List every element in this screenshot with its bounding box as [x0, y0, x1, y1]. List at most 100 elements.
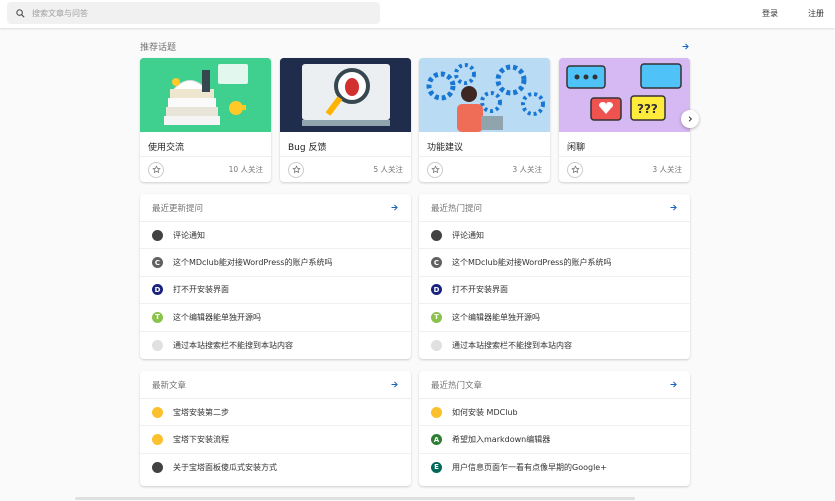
avatar: E	[431, 461, 442, 473]
list-item[interactable]: E 用户信息页面乍一看有点像早期的Google+	[419, 454, 690, 481]
list-item[interactable]: 通过本站搜索栏不能搜到本站内容	[419, 332, 690, 359]
list-item[interactable]: A 希望加入markdown编辑器	[419, 426, 690, 454]
topic-image-chat: ???	[559, 58, 690, 132]
question-title[interactable]: 这个MDclub能对接WordPress的账户系统吗	[452, 257, 611, 268]
article-title[interactable]: 如何安装 MDClub	[452, 407, 518, 418]
latest-articles-panel: 最新文章 宝塔安装第二步 宝塔下安装流程 关于宝塔面板傻瓜式安装方式	[140, 371, 411, 486]
avatar: T	[431, 311, 442, 323]
follow-count: 10 人关注	[228, 165, 263, 174]
register-link[interactable]: 注册	[808, 8, 824, 19]
list-item[interactable]: C 这个MDclub能对接WordPress的账户系统吗	[419, 249, 690, 277]
avatar: D	[152, 284, 163, 296]
list-item[interactable]: 通过本站搜索栏不能搜到本站内容	[140, 332, 411, 359]
article-title[interactable]: 希望加入markdown编辑器	[452, 434, 550, 445]
hot-questions-panel: 最近热门提问 评论通知 C 这个MDclub能对接WordPress的账户系统吗 …	[419, 194, 690, 359]
horizontal-scrollbar[interactable]	[75, 497, 635, 500]
search-input[interactable]	[32, 8, 352, 18]
avatar: C	[431, 257, 442, 269]
avatar	[152, 229, 163, 241]
panel-header: 最近热门提问	[419, 194, 690, 222]
question-title[interactable]: 通过本站搜索栏不能搜到本站内容	[452, 340, 572, 351]
panel-title: 最新文章	[152, 380, 187, 391]
topic-card-bug[interactable]: Bug 反馈 5 人关注	[280, 58, 411, 182]
panel-title: 最近热门提问	[431, 203, 483, 214]
follow-count: 3 人关注	[512, 165, 542, 174]
article-title[interactable]: 宝塔下安装流程	[173, 434, 229, 445]
star-icon	[151, 165, 161, 174]
follow-count: 5 人关注	[373, 165, 403, 174]
topic-name: 使用交流	[148, 143, 185, 153]
arrow-right-icon[interactable]	[669, 380, 678, 389]
article-title[interactable]: 宝塔安装第二步	[173, 407, 229, 418]
question-title[interactable]: 评论通知	[173, 230, 205, 241]
topic-name: Bug 反馈	[288, 143, 327, 153]
list-item[interactable]: T 这个编辑器能单独开源吗	[419, 304, 690, 332]
topic-footer: 10 人关注	[140, 156, 271, 182]
avatar	[152, 339, 163, 351]
question-title[interactable]: 这个编辑器能单独开源吗	[452, 312, 540, 323]
star-icon	[430, 165, 440, 174]
star-icon	[570, 165, 580, 174]
question-title[interactable]: 这个MDclub能对接WordPress的账户系统吗	[173, 257, 332, 268]
avatar	[431, 406, 442, 418]
star-icon	[291, 165, 301, 174]
topic-name: 功能建议	[427, 143, 464, 153]
topic-image-usage	[140, 58, 271, 132]
panel-header: 最近更新提问	[140, 194, 411, 222]
panel-header: 最近热门文章	[419, 371, 690, 399]
question-title[interactable]: 评论通知	[452, 230, 484, 241]
question-title[interactable]: 这个编辑器能单独开源吗	[173, 312, 261, 323]
topic-footer: 3 人关注	[559, 156, 690, 182]
panel-title: 最近更新提问	[152, 203, 204, 214]
topic-name: 闲聊	[567, 143, 586, 153]
follow-button[interactable]	[567, 161, 583, 178]
avatar	[431, 229, 442, 241]
avatar: D	[431, 284, 442, 296]
topic-footer: 5 人关注	[280, 156, 411, 182]
avatar: T	[152, 311, 163, 323]
list-item[interactable]: C 这个MDclub能对接WordPress的账户系统吗	[140, 249, 411, 277]
topics-title: 推荐话题	[140, 42, 177, 53]
avatar	[431, 339, 442, 351]
login-link[interactable]: 登录	[762, 8, 778, 19]
follow-button[interactable]	[148, 161, 164, 178]
list-item[interactable]: 宝塔下安装流程	[140, 426, 411, 454]
topic-card-feature[interactable]: 功能建议 3 人关注	[419, 58, 550, 182]
article-title[interactable]: 关于宝塔面板傻瓜式安装方式	[173, 462, 277, 473]
list-item[interactable]: 关于宝塔面板傻瓜式安装方式	[140, 454, 411, 481]
app-bar: 登录 注册	[0, 0, 835, 28]
arrow-right-icon[interactable]	[669, 203, 678, 212]
chevron-right-icon	[688, 116, 693, 122]
follow-button[interactable]	[427, 161, 443, 178]
question-title[interactable]: 通过本站搜索栏不能搜到本站内容	[173, 340, 293, 351]
list-item[interactable]: 宝塔安装第二步	[140, 399, 411, 427]
topic-image-bug	[280, 58, 411, 132]
list-item[interactable]: D 打不开安装界面	[140, 277, 411, 305]
list-item[interactable]: 如何安装 MDClub	[419, 399, 690, 427]
topic-card-usage[interactable]: 使用交流 10 人关注	[140, 58, 271, 182]
avatar	[152, 461, 163, 473]
list-item[interactable]: D 打不开安装界面	[419, 277, 690, 305]
avatar: A	[431, 434, 442, 446]
follow-button[interactable]	[288, 161, 304, 178]
list-item[interactable]: 评论通知	[419, 222, 690, 250]
hot-articles-panel: 最近热门文章 如何安装 MDClub A 希望加入markdown编辑器 E 用户信…	[419, 371, 690, 486]
question-title[interactable]: 打不开安装界面	[173, 284, 229, 295]
avatar	[152, 406, 163, 418]
panel-header: 最新文章	[140, 371, 411, 399]
list-item[interactable]: 评论通知	[140, 222, 411, 250]
arrow-right-icon[interactable]	[681, 42, 690, 51]
carousel-next-button[interactable]	[681, 110, 699, 128]
topic-card-chat[interactable]: ??? 闲聊 3 人关注	[559, 58, 690, 182]
avatar	[152, 434, 163, 446]
gears-illustration-icon	[419, 58, 550, 132]
topic-footer: 3 人关注	[419, 156, 550, 182]
search-box[interactable]	[7, 2, 380, 24]
arrow-right-icon[interactable]	[390, 203, 399, 212]
arrow-right-icon[interactable]	[390, 380, 399, 389]
panel-title: 最近热门文章	[431, 380, 483, 391]
question-title[interactable]: 打不开安装界面	[452, 284, 508, 295]
list-item[interactable]: T 这个编辑器能单独开源吗	[140, 304, 411, 332]
article-title[interactable]: 用户信息页面乍一看有点像早期的Google+	[452, 462, 607, 473]
latest-questions-panel: 最近更新提问 评论通知 C 这个MDclub能对接WordPress的账户系统吗 …	[140, 194, 411, 359]
